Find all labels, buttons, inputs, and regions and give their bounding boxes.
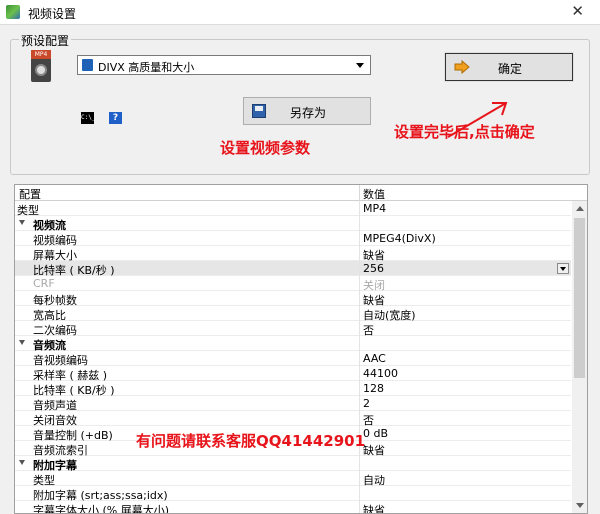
property-value[interactable]: MP4 bbox=[363, 202, 386, 215]
property-row[interactable]: 屏幕大小 缺省 bbox=[15, 246, 571, 262]
property-row[interactable]: 字幕字体大小 (% 屏幕大小) 缺省 bbox=[15, 501, 571, 514]
dialog-body: 预设配置 MP4 DIVX 高质量和大小 确定 C:\_ ? 另存为 设置完毕后… bbox=[0, 24, 600, 514]
property-value[interactable]: 0 dB bbox=[363, 427, 388, 440]
save-as-button[interactable]: 另存为 bbox=[243, 97, 371, 125]
title-bar: 视频设置 ✕ bbox=[0, 0, 600, 24]
phone-icon bbox=[82, 59, 93, 71]
property-grid: 配置 数值 类型 MP4 视频流 视频编码 MPEG4(DivX) 屏幕大小 缺省 比特率 (… bbox=[14, 184, 588, 514]
scroll-up-icon[interactable] bbox=[572, 201, 587, 216]
grid-header: 配置 数值 bbox=[15, 185, 587, 201]
category-row[interactable]: 音频流 bbox=[15, 336, 571, 352]
property-row[interactable]: 二次编码否 bbox=[15, 321, 571, 337]
preset-select[interactable]: DIVX 高质量和大小 bbox=[77, 55, 371, 75]
property-value[interactable]: 缺省 bbox=[363, 502, 385, 513]
window-title: 视频设置 bbox=[28, 7, 77, 21]
property-row[interactable]: 类型 自动 bbox=[15, 471, 571, 487]
property-row[interactable]: 采样率 ( 赫兹 ) 44100 bbox=[15, 366, 571, 382]
property-row[interactable]: 视频编码 MPEG4(DivX) bbox=[15, 231, 571, 247]
scroll-thumb[interactable] bbox=[574, 218, 585, 378]
property-row[interactable]: 比特率 ( KB/秒 ) 128 bbox=[15, 381, 571, 397]
column-header-value: 数值 bbox=[363, 188, 385, 201]
property-value[interactable]: 256 bbox=[363, 262, 384, 275]
preset-select-value: DIVX 高质量和大小 bbox=[98, 61, 195, 74]
chevron-down-icon[interactable] bbox=[356, 63, 364, 68]
mp4-file-icon: MP4 bbox=[31, 50, 53, 84]
collapse-triangle-icon[interactable] bbox=[19, 340, 25, 345]
column-header-name: 配置 bbox=[19, 188, 41, 201]
scroll-down-icon[interactable] bbox=[572, 498, 587, 513]
property-value[interactable]: MPEG4(DivX) bbox=[363, 232, 436, 245]
dropdown-arrow-icon[interactable] bbox=[557, 263, 569, 274]
save-as-button-label: 另存为 bbox=[289, 106, 326, 120]
property-name: CRF bbox=[33, 277, 55, 290]
app-icon bbox=[6, 5, 20, 19]
confirm-hint-annotation: 设置完毕后,点击确定 bbox=[394, 123, 535, 141]
property-row[interactable]: 类型 MP4 bbox=[15, 201, 571, 217]
vertical-scrollbar[interactable] bbox=[572, 201, 587, 513]
collapse-triangle-icon[interactable] bbox=[19, 220, 25, 225]
collapse-triangle-icon[interactable] bbox=[19, 460, 25, 465]
property-row[interactable]: 关闭音效否 bbox=[15, 411, 571, 427]
property-row[interactable]: 音频声道 2 bbox=[15, 396, 571, 412]
command-prompt-icon[interactable]: C:\_ bbox=[81, 112, 95, 124]
preset-group-label: 预设配置 bbox=[19, 32, 72, 49]
settings-title-annotation: 设置视频参数 bbox=[220, 139, 311, 157]
close-icon[interactable]: ✕ bbox=[571, 2, 584, 20]
confirm-button[interactable]: 确定 bbox=[444, 52, 574, 82]
property-value[interactable]: 44100 bbox=[363, 367, 398, 380]
property-row[interactable]: 比特率 ( KB/秒 ) 256 bbox=[15, 261, 571, 277]
property-rows: 类型 MP4 视频流 视频编码 MPEG4(DivX) 屏幕大小 缺省 比特率 ( KB/秒 … bbox=[15, 201, 571, 514]
property-row[interactable]: 附加字幕 (srt;ass;ssa;idx) bbox=[15, 486, 571, 502]
category-row[interactable]: 视频流 bbox=[15, 216, 571, 232]
category-row[interactable]: 附加字幕 bbox=[15, 456, 571, 472]
property-value[interactable]: AAC bbox=[363, 352, 386, 365]
property-row[interactable]: 宽高比 自动(宽度) bbox=[15, 306, 571, 322]
contact-annotation: 有问题请联系客服QQ41442901 bbox=[136, 432, 365, 450]
confirm-button-label: 确定 bbox=[497, 62, 522, 76]
property-value[interactable]: 128 bbox=[363, 382, 384, 395]
help-icon[interactable]: ? bbox=[109, 112, 122, 124]
property-name: 字幕字体大小 (% 屏幕大小) bbox=[33, 504, 170, 514]
property-value[interactable]: 2 bbox=[363, 397, 370, 410]
property-row[interactable]: 每秒帧数 缺省 bbox=[15, 291, 571, 307]
property-row[interactable]: CRF 关闭 bbox=[15, 276, 571, 292]
property-row[interactable]: 音视频编码 AAC bbox=[15, 351, 571, 367]
